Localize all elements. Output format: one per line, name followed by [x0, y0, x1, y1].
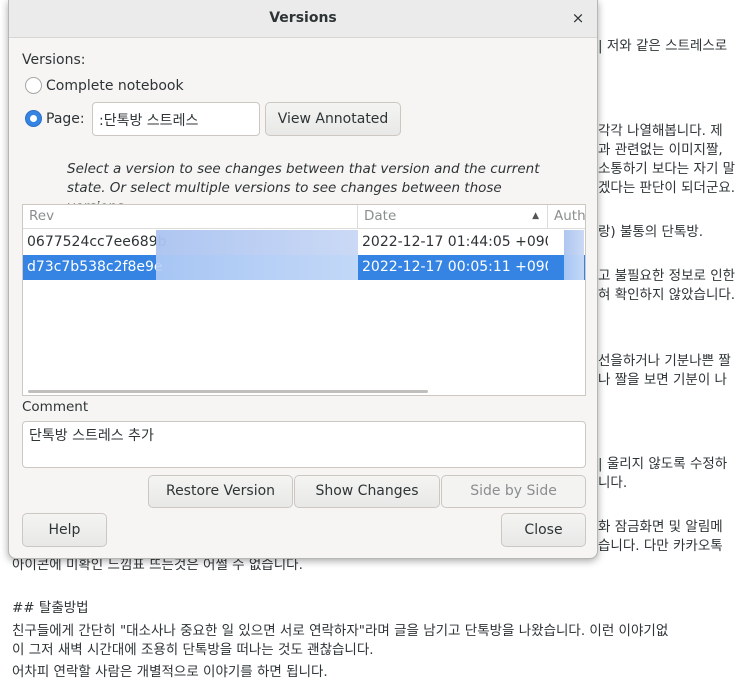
versions-table[interactable]: Rev Date ▲ Auth 0677524cc7ee689b 2022-12…	[22, 204, 586, 396]
doc-line: 소통하기 보다는 자기 말	[598, 161, 736, 177]
doc-line: 선을하거나 기분나쁜 짤	[598, 353, 731, 369]
page-label[interactable]: Page:	[46, 111, 85, 127]
close-button[interactable]: Close	[501, 513, 586, 547]
comment-textarea[interactable]	[22, 421, 586, 468]
complete-notebook-label[interactable]: Complete notebook	[46, 78, 184, 94]
doc-line: | 울리지 않도록 수정하	[598, 456, 728, 472]
doc-paragraph: 어차피 연락할 사람은 개별적으로 이야기를 하면 됩니다.	[12, 664, 328, 680]
horizontal-scrollbar[interactable]	[28, 390, 428, 393]
dialog-titlebar[interactable]: Versions ×	[9, 0, 597, 38]
versions-label: Versions:	[22, 52, 86, 68]
doc-line: 랑) 불통의 단톡방.	[598, 224, 704, 240]
doc-heading: ## 탈출방법	[12, 600, 89, 616]
redacted-region	[156, 230, 358, 255]
date-cell: 2022-12-17 01:44:05 +0900	[362, 234, 548, 250]
help-button[interactable]: Help	[22, 513, 107, 547]
versions-dialog: Versions × Versions: Complete notebook P…	[8, 0, 598, 559]
doc-line: 과 관련없는 이미지짤,	[598, 142, 723, 158]
doc-line: 고 불필요한 정보로 인한	[598, 268, 736, 284]
dialog-title: Versions	[269, 10, 337, 26]
doc-line: 습니다. 다만 카카오톡	[598, 538, 723, 554]
side-by-side-button[interactable]: Side by Side	[441, 475, 586, 508]
doc-line: 겠다는 판단이 되더군요.	[598, 180, 736, 196]
doc-paragraph: 이 그저 새벽 시간대에 조용히 단톡방을 떠나는 것도 괜찮습니다.	[12, 642, 374, 658]
close-icon[interactable]: ×	[569, 9, 587, 27]
redacted-author	[564, 230, 584, 255]
doc-line: 각각 나열해봅니다. 제	[598, 123, 723, 139]
date-cell: 2022-12-17 00:05:11 +0900	[362, 259, 548, 275]
comment-label: Comment	[22, 399, 89, 415]
column-header-date[interactable]: Date ▲	[358, 205, 548, 229]
restore-version-button[interactable]: Restore Version	[148, 475, 293, 508]
redacted-author	[564, 255, 584, 280]
table-row[interactable]: 0677524cc7ee689b 2022-12-17 01:44:05 +09…	[23, 230, 585, 255]
doc-line: 니다.	[598, 475, 628, 491]
table-row-selected[interactable]: d73c7b538c2f8e9e 2022-12-17 00:05:11 +09…	[23, 255, 585, 280]
view-annotated-button[interactable]: View Annotated	[265, 102, 401, 136]
doc-paragraph: 친구들에게 간단히 "대소사나 중요한 일 있으면 서로 연락하자"라며 글을 …	[12, 623, 669, 639]
table-header: Rev Date ▲ Auth	[23, 205, 585, 229]
doc-line: 혀 확인하지 않았습니다.	[598, 287, 736, 303]
page-name-field[interactable]: :단톡방 스트레스	[92, 102, 260, 136]
column-header-author[interactable]: Auth	[548, 205, 585, 229]
column-header-date-label: Date	[364, 208, 397, 224]
show-changes-button[interactable]: Show Changes	[294, 475, 440, 508]
doc-line: | 저와 같은 스트레스로	[598, 38, 728, 54]
doc-line: 화 잠금화면 및 알림메	[598, 519, 723, 535]
redacted-region	[156, 255, 358, 280]
complete-notebook-radio[interactable]	[25, 77, 42, 94]
page-radio[interactable]	[25, 110, 42, 127]
column-header-rev[interactable]: Rev	[23, 205, 358, 229]
sort-ascending-icon: ▲	[532, 211, 539, 221]
doc-line: 나 짤을 보면 기분이 나	[598, 372, 727, 388]
